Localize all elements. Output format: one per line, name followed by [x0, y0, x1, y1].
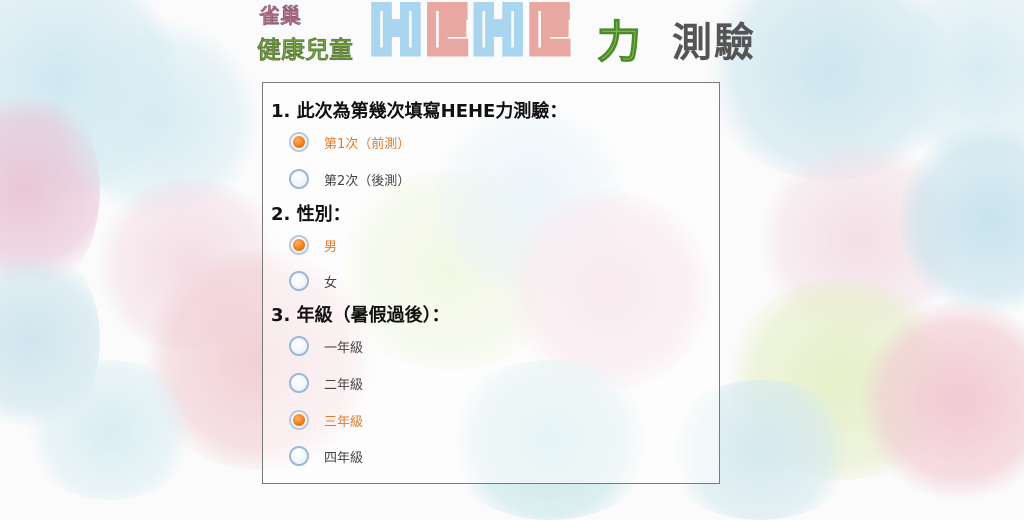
radio-button[interactable]	[289, 169, 309, 189]
option-label: 二年級	[324, 377, 364, 393]
logo-line2-text: 健康兒童	[257, 36, 353, 64]
question-1-title: 1. 此次為第幾次填寫HEHE力測驗：	[271, 101, 568, 122]
radio-button[interactable]	[289, 410, 309, 430]
logo-line2: 健康兒童	[257, 30, 353, 65]
hehe-logo: H E H E	[366, 0, 576, 68]
logo-letter-e2: E	[524, 0, 575, 68]
option-q3-grade1[interactable]: 一年級	[289, 334, 363, 358]
logo-line1-text: 雀巢	[259, 4, 301, 28]
radio-button[interactable]	[289, 132, 309, 152]
logo-power: 力	[597, 17, 642, 69]
option-q1-second[interactable]: 第2次（後測）	[289, 167, 410, 191]
question-2-title: 2. 性別：	[271, 204, 351, 225]
option-label: 第1次（前測）	[324, 136, 411, 152]
option-label: 第2次（後測）	[324, 173, 411, 189]
option-q3-grade3[interactable]: 三年級	[289, 408, 363, 432]
option-q1-first[interactable]: 第1次（前測）	[289, 130, 410, 154]
radio-button[interactable]	[289, 271, 309, 291]
option-label: 男	[324, 239, 338, 255]
option-q3-grade4[interactable]: 四年級	[289, 444, 363, 468]
option-label: 四年級	[324, 450, 364, 466]
question-3-title: 3. 年級（暑假過後）：	[271, 305, 450, 326]
option-label: 女	[324, 275, 338, 291]
logo-test: 測驗	[672, 20, 756, 66]
option-q2-male[interactable]: 男	[289, 233, 337, 257]
radio-button[interactable]	[289, 336, 309, 356]
nestle-healthy-kids-logo: 雀巢 健康兒童	[257, 0, 361, 66]
logo-line1: 雀巢	[259, 0, 301, 30]
option-q3-grade2[interactable]: 二年級	[289, 371, 363, 395]
radio-button[interactable]	[289, 446, 309, 466]
logo-letter-h1: H	[366, 0, 427, 68]
option-label: 三年級	[324, 414, 364, 430]
header: 雀巢 健康兒童 H E H E 力 測驗	[0, 0, 1024, 72]
radio-button[interactable]	[289, 373, 309, 393]
option-q2-female[interactable]: 女	[289, 269, 337, 293]
radio-button[interactable]	[289, 235, 309, 255]
logo-letter-e1: E	[421, 0, 472, 68]
logo-letter-h2: H	[468, 0, 529, 68]
option-label: 一年級	[324, 340, 364, 356]
survey-form: 1. 此次為第幾次填寫HEHE力測驗： 第1次（前測） 第2次（後測） 2. 性…	[262, 82, 720, 484]
